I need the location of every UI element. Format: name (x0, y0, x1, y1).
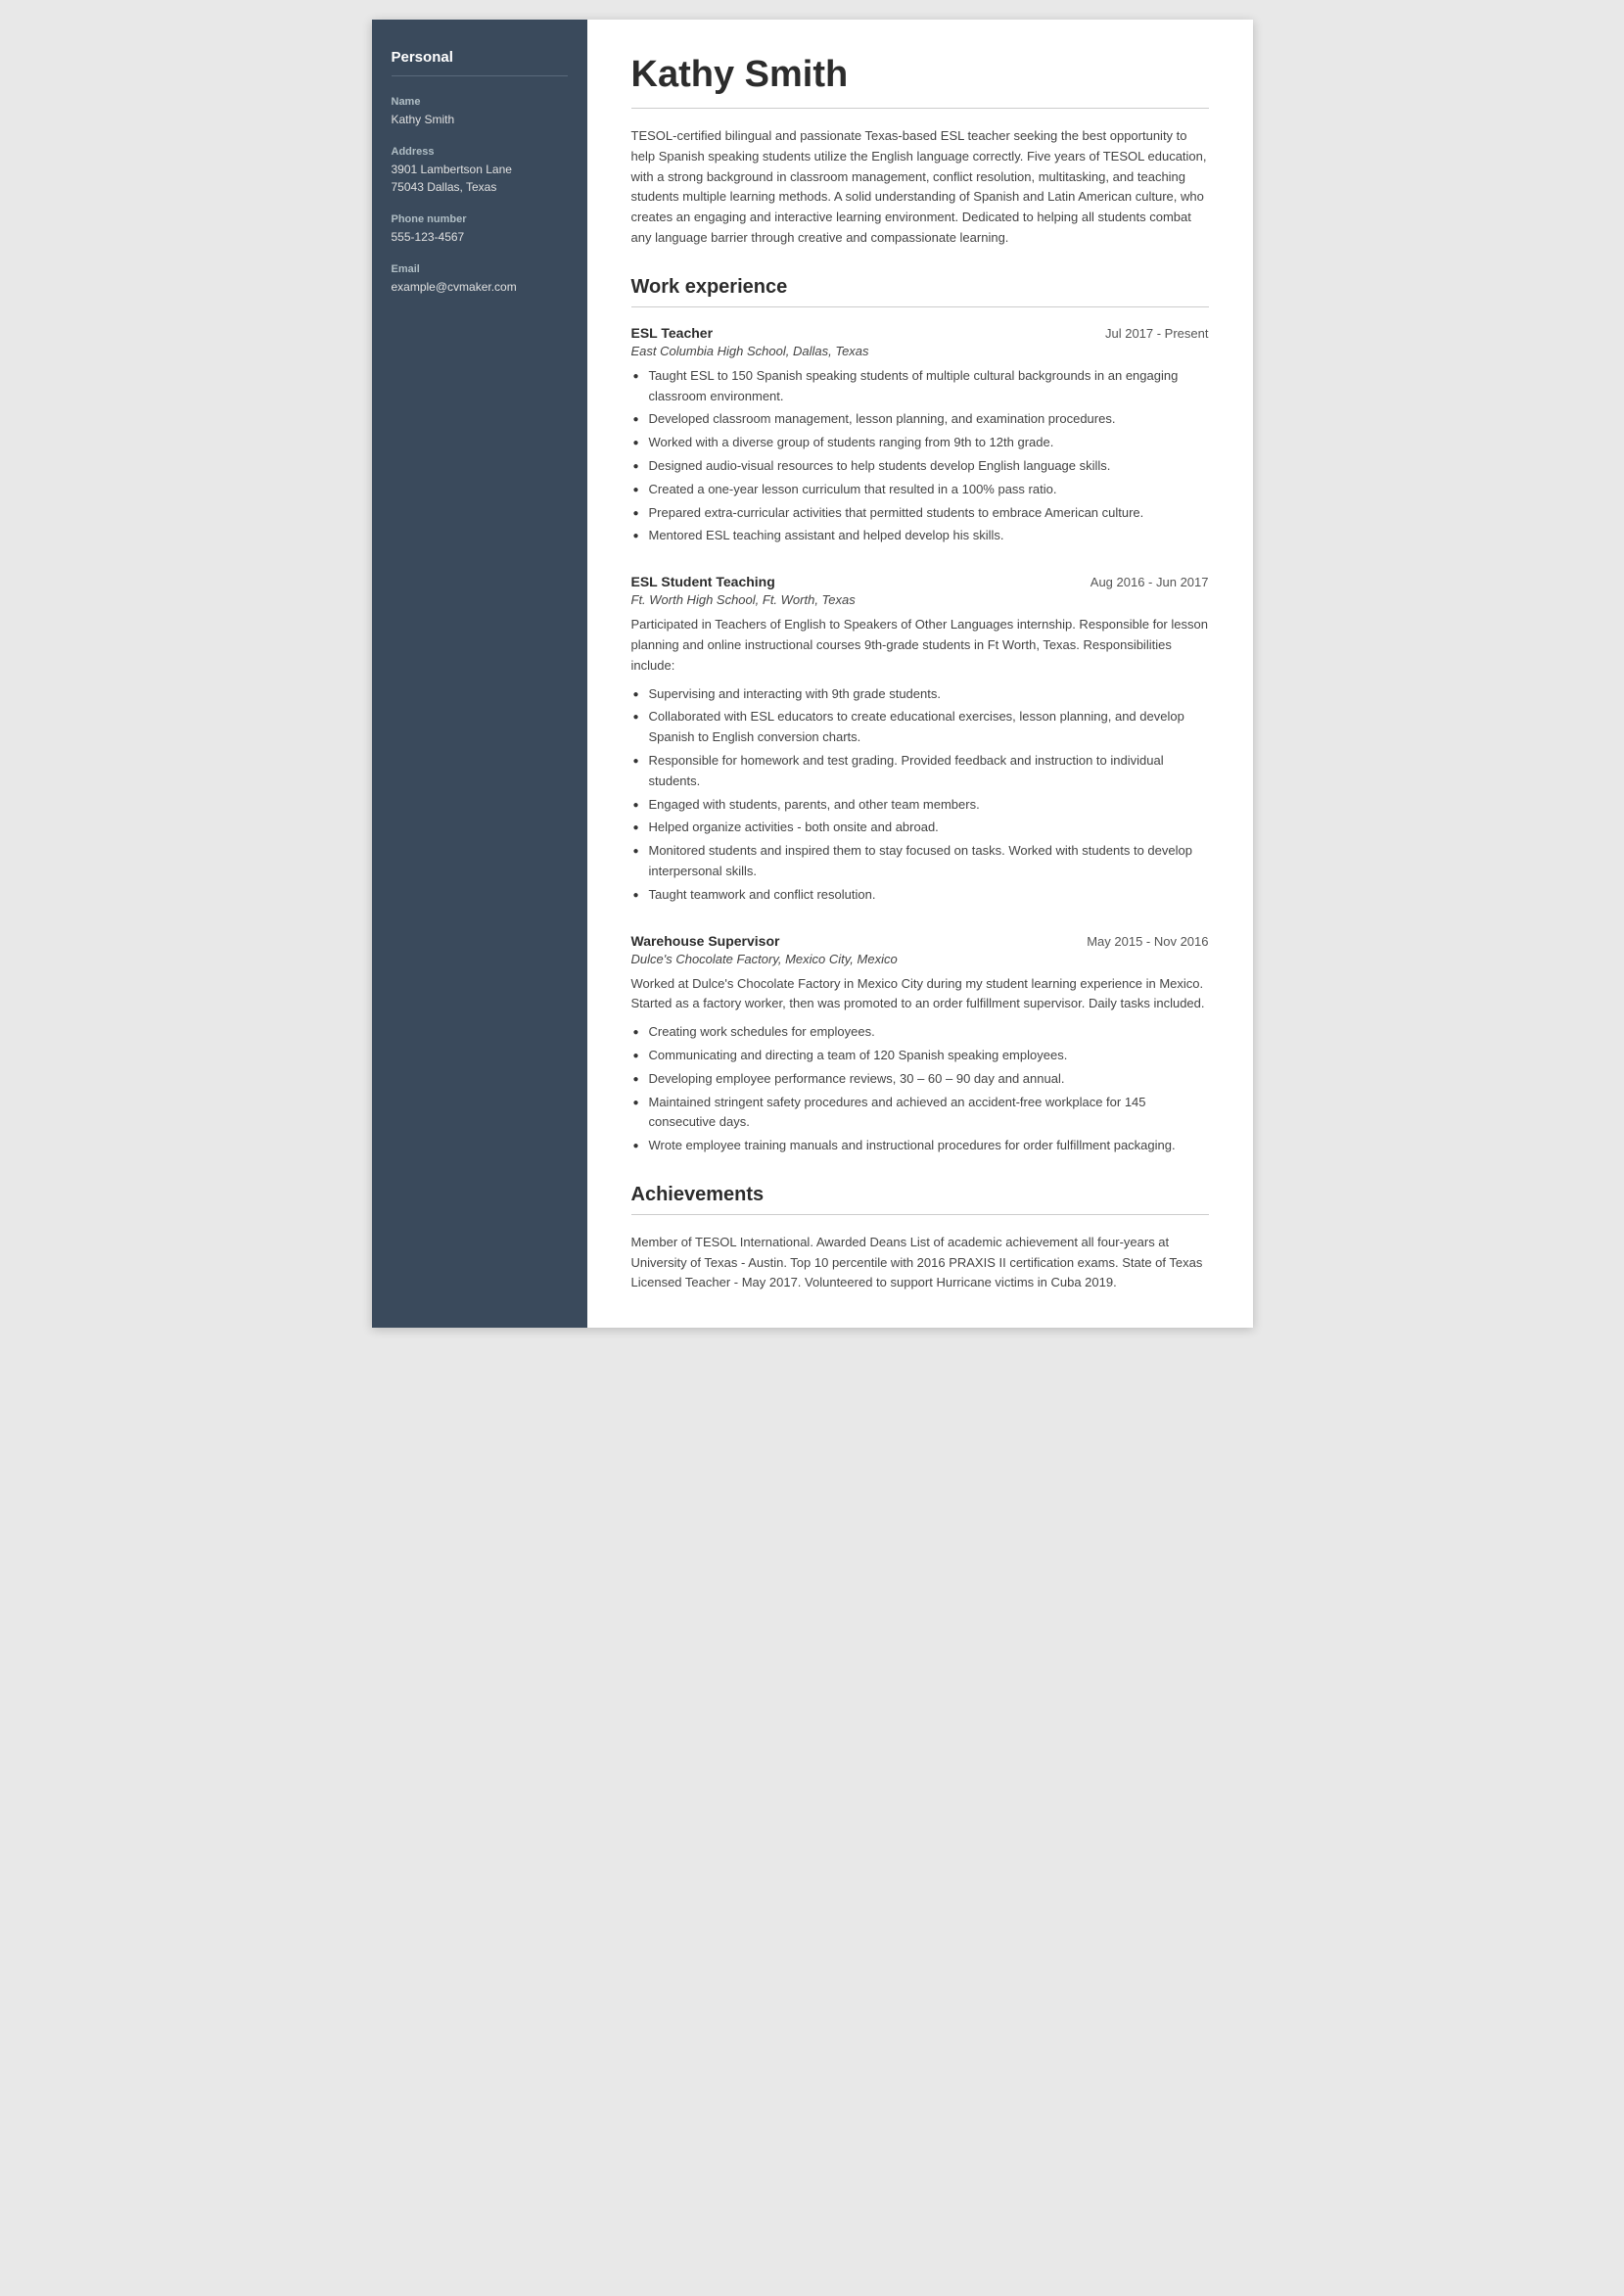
sidebar-divider (392, 75, 568, 76)
sidebar-name-section: Name Kathy Smith (392, 96, 568, 128)
bullet-item: Maintained stringent safety procedures a… (631, 1093, 1209, 1134)
job-company-3: Dulce's Chocolate Factory, Mexico City, … (631, 952, 1209, 966)
job-title-1: ESL Teacher (631, 325, 714, 341)
bullet-item: Monitored students and inspired them to … (631, 841, 1209, 882)
bullet-item: Communicating and directing a team of 12… (631, 1046, 1209, 1066)
job-bullets-3: Creating work schedules for employees. C… (631, 1022, 1209, 1156)
bullet-item: Responsible for homework and test gradin… (631, 751, 1209, 792)
work-experience-divider (631, 306, 1209, 307)
job-bullets-1: Taught ESL to 150 Spanish speaking stude… (631, 366, 1209, 546)
sidebar-phone-label: Phone number (392, 213, 568, 225)
bullet-item: Prepared extra-curricular activities tha… (631, 503, 1209, 524)
job-header-1: ESL Teacher Jul 2017 - Present (631, 325, 1209, 341)
bullet-item: Taught teamwork and conflict resolution. (631, 885, 1209, 906)
sidebar-email-value: example@cvmaker.com (392, 278, 568, 296)
sidebar: Personal Name Kathy Smith Address 3901 L… (372, 20, 587, 1328)
sidebar-name-label: Name (392, 96, 568, 108)
sidebar-address-value: 3901 Lambertson Lane75043 Dallas, Texas (392, 161, 568, 196)
job-company-1: East Columbia High School, Dallas, Texas (631, 344, 1209, 358)
sidebar-address-section: Address 3901 Lambertson Lane75043 Dallas… (392, 146, 568, 196)
bullet-item: Creating work schedules for employees. (631, 1022, 1209, 1043)
achievements-title: Achievements (631, 1184, 1209, 1206)
job-bullets-2: Supervising and interacting with 9th gra… (631, 684, 1209, 906)
job-description-3: Worked at Dulce's Chocolate Factory in M… (631, 974, 1209, 1015)
sidebar-phone-value: 555-123-4567 (392, 228, 568, 246)
job-dates-2: Aug 2016 - Jun 2017 (1090, 575, 1209, 589)
sidebar-email-section: Email example@cvmaker.com (392, 263, 568, 296)
job-esl-teacher: ESL Teacher Jul 2017 - Present East Colu… (631, 325, 1209, 546)
job-header-3: Warehouse Supervisor May 2015 - Nov 2016 (631, 933, 1209, 949)
bullet-item: Created a one-year lesson curriculum tha… (631, 480, 1209, 500)
job-description-2: Participated in Teachers of English to S… (631, 615, 1209, 676)
bullet-item: Taught ESL to 150 Spanish speaking stude… (631, 366, 1209, 407)
bullet-item: Helped organize activities - both onsite… (631, 818, 1209, 838)
job-dates-3: May 2015 - Nov 2016 (1087, 934, 1208, 949)
sidebar-address-label: Address (392, 146, 568, 158)
bullet-item: Supervising and interacting with 9th gra… (631, 684, 1209, 705)
sidebar-email-label: Email (392, 263, 568, 275)
bullet-item: Developing employee performance reviews,… (631, 1069, 1209, 1090)
bullet-item: Worked with a diverse group of students … (631, 433, 1209, 453)
job-title-3: Warehouse Supervisor (631, 933, 780, 949)
bullet-item: Developed classroom management, lesson p… (631, 409, 1209, 430)
job-header-2: ESL Student Teaching Aug 2016 - Jun 2017 (631, 574, 1209, 589)
bullet-item: Engaged with students, parents, and othe… (631, 795, 1209, 816)
job-title-2: ESL Student Teaching (631, 574, 775, 589)
job-dates-1: Jul 2017 - Present (1105, 326, 1209, 341)
summary-text: TESOL-certified bilingual and passionate… (631, 126, 1209, 249)
achievements-text: Member of TESOL International. Awarded D… (631, 1233, 1209, 1293)
name-divider (631, 108, 1209, 109)
job-esl-student-teaching: ESL Student Teaching Aug 2016 - Jun 2017… (631, 574, 1209, 905)
bullet-item: Collaborated with ESL educators to creat… (631, 707, 1209, 748)
sidebar-title: Personal (392, 49, 568, 66)
main-content: Kathy Smith TESOL-certified bilingual an… (587, 20, 1253, 1328)
job-warehouse-supervisor: Warehouse Supervisor May 2015 - Nov 2016… (631, 933, 1209, 1156)
work-experience-title: Work experience (631, 276, 1209, 299)
bullet-item: Mentored ESL teaching assistant and help… (631, 526, 1209, 546)
job-company-2: Ft. Worth High School, Ft. Worth, Texas (631, 592, 1209, 607)
bullet-item: Designed audio-visual resources to help … (631, 456, 1209, 477)
resume-container: Personal Name Kathy Smith Address 3901 L… (372, 20, 1253, 1328)
achievements-divider (631, 1214, 1209, 1215)
bullet-item: Wrote employee training manuals and inst… (631, 1136, 1209, 1156)
candidate-name: Kathy Smith (631, 54, 1209, 96)
sidebar-phone-section: Phone number 555-123-4567 (392, 213, 568, 246)
sidebar-name-value: Kathy Smith (392, 111, 568, 128)
